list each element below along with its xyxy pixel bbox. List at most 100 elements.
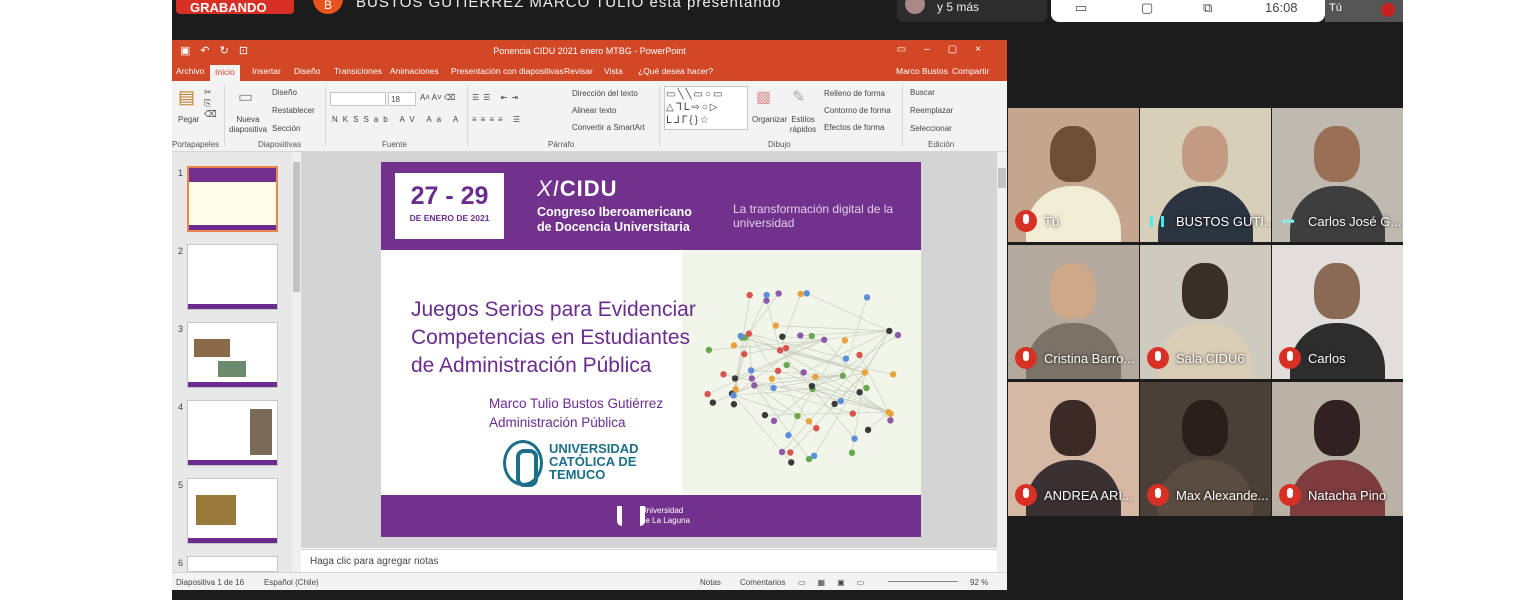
person-node-icon	[772, 322, 779, 329]
participant-tile[interactable]: Tú	[1008, 108, 1139, 242]
participant-tile[interactable]: Max Alexande...	[1140, 382, 1271, 516]
paste-icon[interactable]: ▤	[178, 87, 195, 108]
shapes-gallery[interactable]: ▭╲╲▭○▭ △ᒣᒪ⇨○▷ ᒪᒧᒥ{}☆	[664, 86, 748, 130]
thumb-photo	[194, 339, 230, 357]
person-node-icon	[797, 290, 804, 298]
thumbnail-scrollbar[interactable]	[292, 152, 301, 572]
activities-icon[interactable]: ⧉	[1203, 0, 1212, 16]
participants-chip[interactable]: y 5 más	[897, 0, 1047, 22]
person-node-icon	[747, 367, 755, 374]
participant-tile[interactable]: BUSTOS GUTI...	[1140, 108, 1271, 242]
slide-thumbnail[interactable]	[187, 556, 278, 572]
font-grow-shrink-icons[interactable]: A˄ A˅ ⌫	[420, 93, 455, 102]
section-button[interactable]: Sección	[272, 124, 300, 133]
present-icon[interactable]: ▭	[1075, 0, 1087, 16]
slide-thumbnail[interactable]	[187, 322, 278, 388]
participant-video	[1050, 126, 1096, 182]
slide-title: Juegos Serios para Evidenciar Competenci…	[411, 296, 696, 380]
align-icons[interactable]: ≡≡≡≡ ☰	[472, 115, 524, 124]
cut-copy-icons[interactable]: ✂ ⎘ ⌫	[204, 87, 217, 120]
thumb-number: 3	[178, 324, 184, 334]
notes-toggle[interactable]: Notas	[700, 578, 721, 587]
reset-button[interactable]: Restablecer	[272, 106, 315, 115]
person-node-icon	[730, 392, 737, 399]
share-button[interactable]: Compartir	[952, 66, 989, 76]
tab-archivo[interactable]: Archivo	[176, 66, 204, 76]
thumb-footer	[188, 538, 277, 543]
zoom-level[interactable]: 92 %	[970, 578, 988, 587]
person-node-icon	[803, 290, 810, 297]
zoom-slider[interactable]	[888, 581, 958, 582]
person-node-icon	[810, 452, 818, 460]
thumb-number: 1	[178, 168, 184, 178]
person-node-icon	[737, 332, 744, 340]
window-controls[interactable]: ▭–▢×	[897, 44, 999, 55]
view-buttons[interactable]: ▭▦▣▭	[798, 578, 876, 587]
tab-revisar[interactable]: Revisar	[564, 66, 593, 76]
recording-indicator[interactable]: GRABANDO	[176, 0, 294, 14]
group-label: Dibujo	[768, 140, 791, 149]
slide-thumbnail[interactable]	[187, 400, 278, 466]
quick-styles-icon[interactable]: ✎	[792, 87, 805, 107]
new-slide-button[interactable]: Nueva diapositiva	[228, 115, 268, 135]
comments-toggle[interactable]: Comentarios	[740, 578, 785, 587]
network-link	[867, 411, 889, 431]
participant-video	[1182, 263, 1228, 319]
replace-button[interactable]: Reemplazar	[910, 106, 953, 115]
person-node-icon	[889, 371, 897, 378]
participant-tile[interactable]: Sala CIDU6	[1140, 245, 1271, 379]
shape-fill-button[interactable]: Relleno de forma	[824, 89, 885, 98]
tab-transiciones[interactable]: Transiciones	[334, 66, 382, 76]
chat-icon[interactable]: ▢	[1141, 0, 1153, 16]
participant-tile[interactable]: Natacha Pino	[1272, 382, 1403, 516]
font-size-select[interactable]: 18	[388, 92, 416, 106]
arrange-button[interactable]: Organizar	[752, 115, 787, 124]
select-button[interactable]: Seleccionar	[910, 124, 952, 133]
slide-thumbnail[interactable]	[187, 244, 278, 310]
shape-outline-button[interactable]: Contorno de forma	[824, 106, 891, 115]
tab-insertar[interactable]: Insertar	[252, 66, 281, 76]
person-node-icon	[841, 337, 849, 344]
scrollbar-thumb[interactable]	[293, 162, 300, 292]
participant-name: ANDREA ARI...	[1044, 488, 1133, 503]
mic-off-icon	[1279, 484, 1301, 506]
shape-effects-button[interactable]: Efectos de forma	[824, 123, 884, 132]
align-text-button[interactable]: Alinear texto	[572, 106, 616, 115]
notes-pane[interactable]: Haga clic para agregar notas	[301, 549, 997, 572]
list-icons[interactable]: ☰☰ ⇤⇥	[472, 93, 522, 102]
participant-video	[1050, 263, 1096, 319]
group-label: Diapositivas	[258, 140, 302, 149]
layout-button[interactable]: Diseño	[272, 88, 297, 97]
slide-thumbnail[interactable]	[187, 478, 278, 544]
arrange-icon[interactable]: ▩	[756, 87, 771, 107]
find-button[interactable]: Buscar	[910, 88, 935, 97]
language-status[interactable]: Español (Chile)	[264, 578, 319, 587]
participant-tile[interactable]: ANDREA ARI...	[1008, 382, 1139, 516]
font-format-icons[interactable]: NKSSab AV Aa A	[332, 115, 463, 124]
self-view-mini[interactable]: Tú	[1325, 0, 1403, 22]
smartart-button[interactable]: Convertir a SmartArt	[572, 123, 645, 132]
quick-styles-button[interactable]: Estilos rápidos	[786, 115, 820, 135]
paste-button[interactable]: Pegar	[178, 115, 199, 124]
person-node-icon	[731, 375, 739, 382]
participant-tile[interactable]: Cristina Barro...	[1008, 245, 1139, 379]
new-slide-icon[interactable]: ▭	[238, 87, 253, 107]
tab-diseno[interactable]: Diseño	[294, 66, 320, 76]
more-options-icon[interactable]: •••	[1282, 214, 1295, 228]
tell-me-search[interactable]: ¿Qué desea hacer?	[638, 66, 713, 76]
tab-presentacion[interactable]: Presentación con diapositivas	[451, 66, 563, 76]
text-direction-button[interactable]: Dirección del texto	[572, 89, 638, 98]
scrollbar-thumb[interactable]	[998, 168, 1006, 188]
tab-animaciones[interactable]: Animaciones	[390, 66, 439, 76]
tab-vista[interactable]: Vista	[604, 66, 623, 76]
slide-scrollbar[interactable]	[997, 152, 1007, 572]
slide-thumbnail[interactable]	[187, 166, 278, 232]
thumb-footer	[188, 304, 277, 309]
person-node-icon	[856, 389, 863, 396]
person-node-icon	[788, 459, 795, 466]
mic-off-icon	[1147, 347, 1169, 369]
participant-tile[interactable]: Carlos	[1272, 245, 1403, 379]
font-family-select[interactable]	[330, 92, 386, 106]
tab-inicio[interactable]: Inicio	[210, 65, 240, 81]
participant-tile[interactable]: ••• Carlos José G...	[1272, 108, 1403, 242]
